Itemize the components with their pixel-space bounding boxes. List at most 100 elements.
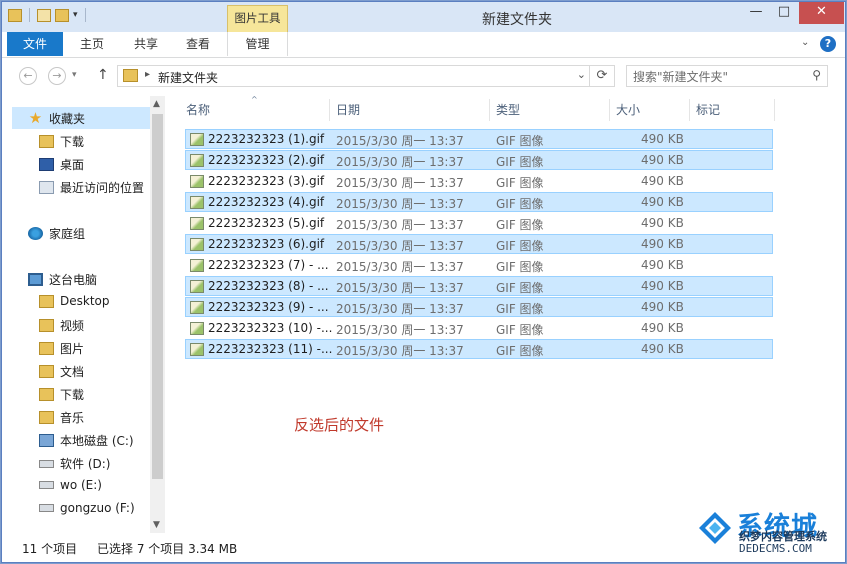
close-button[interactable]: ✕ [799,2,844,24]
tab-file[interactable]: 文件 [7,32,63,56]
nav-pc-desktop[interactable]: Desktop [39,294,110,308]
nav-favorites[interactable]: ★ 收藏夹 [28,110,85,127]
desktop-icon [39,158,54,171]
nav-label: 下载 [60,135,85,149]
nav-label: 下载 [60,388,85,402]
nav-scrollbar[interactable]: ▲ ▼ [150,96,165,533]
tab-view[interactable]: 查看 [178,32,218,56]
nav-downloads[interactable]: 下载 [39,133,84,150]
column-header-size[interactable]: 大小 [616,96,640,124]
item-count: 11 个项目 [22,542,78,556]
file-row[interactable]: 2223232323 (6).gif 2015/3/30 周一 13:37 GIF … [185,234,773,254]
file-row[interactable]: 2223232323 (2).gif 2015/3/30 周一 13:37 GIF … [185,150,773,170]
forward-button[interactable]: → [48,67,66,85]
file-row[interactable]: 2223232323 (7) - ... 2015/3/30 周一 13:37 GI… [185,255,773,275]
drive-icon [39,481,54,489]
file-row[interactable]: 2223232323 (3).gif 2015/3/30 周一 13:37 GIF … [185,171,773,191]
watermark-logo-icon [699,512,731,544]
tab-share[interactable]: 共享 [126,32,166,56]
nav-drive-d[interactable]: 软件 (D:) [39,455,110,472]
help-icon[interactable]: ? [820,36,836,52]
file-row[interactable]: 2223232323 (1).gif 2015/3/30 周一 13:37 GIF … [185,129,773,149]
column-divider[interactable] [329,99,330,121]
title-bar: ▾ 图片工具 新建文件夹 — □ ✕ [2,2,845,32]
nav-label: 桌面 [60,158,85,172]
file-type: GIF 图像 [496,155,544,169]
nav-pictures[interactable]: 图片 [39,340,84,357]
search-box[interactable]: ⚲ [626,65,828,87]
file-name: 2223232323 (4).gif [208,195,325,209]
file-size: 490 KB [641,132,684,146]
ribbon-tabs: 文件 主页 共享 查看 管理 ⌄ ? [2,32,845,58]
file-row[interactable]: 2223232323 (4).gif 2015/3/30 周一 13:37 GIF … [185,192,773,212]
column-header-type[interactable]: 类型 [496,96,520,124]
ribbon-expand-icon[interactable]: ⌄ [801,37,809,48]
file-type: GIF 图像 [496,344,544,358]
column-header-name[interactable]: 名称 [186,96,210,124]
file-row[interactable]: 2223232323 (8) - ... 2015/3/30 周一 13:37 GI… [185,276,773,296]
properties-icon[interactable] [37,8,51,22]
nav-label: 最近访问的位置 [60,181,145,195]
column-divider[interactable] [609,99,610,121]
file-row[interactable]: 2223232323 (9) - ... 2015/3/30 周一 13:37 GI… [185,297,773,317]
file-type: GIF 图像 [496,176,544,190]
column-header-tags[interactable]: 标记 [696,96,720,124]
gif-image-file-icon [190,133,204,146]
picture-tools-context-tab: 图片工具 [227,5,288,32]
refresh-button[interactable]: ⟳ [589,66,614,86]
back-button[interactable]: ← [19,67,37,85]
nav-pc-downloads[interactable]: 下载 [39,386,84,403]
column-divider[interactable] [689,99,690,121]
nav-music[interactable]: 音乐 [39,409,84,426]
breadcrumb-separator-icon[interactable]: ▸ [145,69,150,80]
tab-manage[interactable]: 管理 [227,32,288,56]
file-size: 490 KB [641,321,684,335]
gif-image-file-icon [190,280,204,293]
new-folder-icon[interactable] [55,8,69,22]
nav-recent-places[interactable]: 最近访问的位置 [39,179,144,196]
nav-documents[interactable]: 文档 [39,363,84,380]
address-dropdown-icon[interactable]: ⌄ [577,68,586,81]
file-row[interactable]: 2223232323 (11) -... 2015/3/30 周一 13:37 GI… [185,339,773,359]
nav-videos[interactable]: 视频 [39,317,84,334]
scrollbar-thumb[interactable] [152,114,163,479]
nav-this-pc[interactable]: 这台电脑 [28,271,97,288]
computer-icon [28,273,43,286]
search-icon[interactable]: ⚲ [812,68,821,82]
gif-image-file-icon [190,238,204,251]
file-date: 2015/3/30 周一 13:37 [336,176,464,190]
column-header-date[interactable]: 日期 [336,96,360,124]
maximize-button[interactable]: □ [770,2,798,24]
breadcrumb-current[interactable]: 新建文件夹 [158,69,218,86]
column-divider[interactable] [489,99,490,121]
tab-home[interactable]: 主页 [72,32,112,56]
customize-qat-icon[interactable]: ▾ [73,10,78,20]
up-button[interactable]: ↑ [97,67,109,83]
nav-label: 收藏夹 [49,112,86,126]
nav-desktop[interactable]: 桌面 [39,156,84,173]
nav-drive-f[interactable]: gongzuo (F:) [39,501,135,515]
nav-drive-c[interactable]: 本地磁盘 (C:) [39,432,134,449]
recent-locations-icon[interactable]: ▾ [72,70,77,80]
file-date: 2015/3/30 周一 13:37 [336,239,464,253]
nav-homegroup[interactable]: 家庭组 [28,225,85,242]
system-drive-icon [39,434,54,447]
nav-drive-e[interactable]: wo (E:) [39,478,102,492]
address-bar[interactable]: ▸ 新建文件夹 ⌄ ⟳ [117,65,615,87]
scroll-up-arrow-icon[interactable]: ▲ [153,99,160,109]
minimize-button[interactable]: — [742,2,770,24]
file-name: 2223232323 (5).gif [208,216,325,230]
column-divider[interactable] [774,99,775,121]
file-date: 2015/3/30 周一 13:37 [336,155,464,169]
explorer-window: ▾ 图片工具 新建文件夹 — □ ✕ 文件 主页 共享 查看 管理 ⌄ ? ← … [1,1,846,563]
downloads-folder-icon [39,388,54,401]
scroll-down-arrow-icon[interactable]: ▼ [153,520,160,530]
divider [29,8,30,22]
file-date: 2015/3/30 周一 13:37 [336,344,464,358]
sort-ascending-icon: ^ [251,95,258,104]
file-row[interactable]: 2223232323 (10) -... 2015/3/30 周一 13:37 GI… [185,318,773,338]
pictures-folder-icon [39,342,54,355]
file-row[interactable]: 2223232323 (5).gif 2015/3/30 周一 13:37 GIF … [185,213,773,233]
search-input[interactable] [631,68,805,86]
folder-icon[interactable] [8,8,22,22]
